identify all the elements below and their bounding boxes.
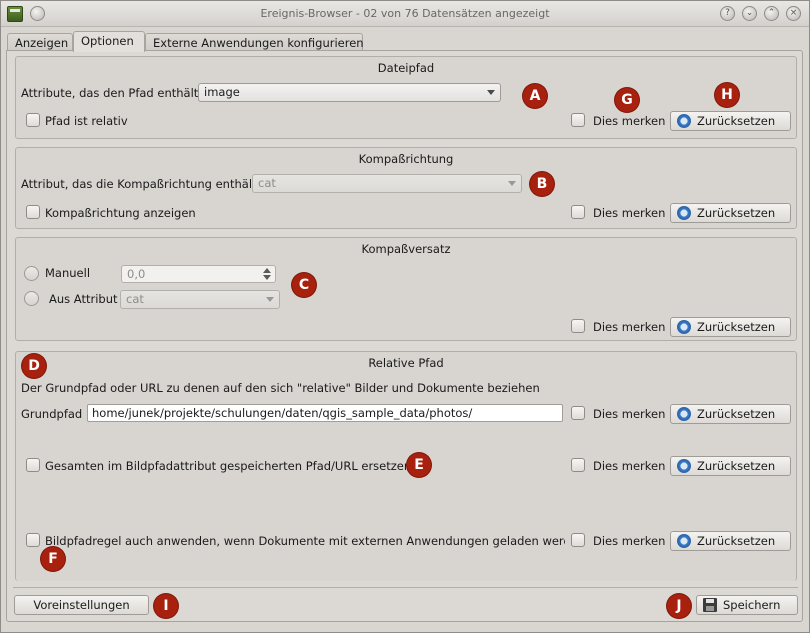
reset-base-button[interactable]: Zurücksetzen	[670, 404, 791, 424]
refresh-icon	[677, 533, 691, 548]
save-button[interactable]: Speichern	[696, 595, 798, 615]
remember-offset-checkbox[interactable]	[571, 319, 585, 333]
path-attribute-label: Attribute, das den Pfad enthält	[21, 86, 199, 100]
kompassrichtung-title: Kompaßrichtung	[358, 152, 454, 166]
marker-e: E	[407, 453, 431, 477]
marker-h: H	[715, 83, 739, 107]
marker-g: G	[615, 88, 639, 112]
refresh-icon	[677, 113, 691, 128]
spin-up-icon[interactable]	[263, 268, 271, 273]
remember-path-checkbox[interactable]	[571, 113, 585, 127]
kompassversatz-group: Kompaßversatz Manuell 0,0 C Aus Attribut…	[15, 237, 797, 341]
marker-b: B	[530, 172, 554, 196]
show-compass-checkbox[interactable]	[26, 205, 40, 219]
refresh-icon	[677, 406, 691, 421]
show-compass-label: Kompaßrichtung anzeigen	[45, 206, 196, 220]
dateipfad-title: Dateipfad	[377, 61, 435, 75]
apply-rule-label: Bildpfadregel auch anwenden, wenn Dokume…	[45, 534, 565, 548]
attribute-offset-label: Aus Attribut	[49, 292, 118, 306]
maximize-icon[interactable]: ⌃	[764, 6, 779, 21]
remember-compass-checkbox[interactable]	[571, 205, 585, 219]
refresh-icon	[677, 458, 691, 473]
kompassversatz-title: Kompaßversatz	[361, 242, 451, 256]
save-icon	[703, 597, 717, 612]
chevron-down-icon	[508, 181, 516, 186]
base-path-input[interactable]: home/junek/projekte/schulungen/daten/qgi…	[87, 404, 563, 422]
tab-externe-anwendungen[interactable]: Externe Anwendungen konfigurieren	[145, 33, 364, 51]
spin-down-icon[interactable]	[263, 275, 271, 280]
apply-rule-checkbox[interactable]	[26, 533, 40, 547]
remember-path-label: Dies merken	[593, 114, 666, 128]
relativepfad-title: Relative Pfad	[368, 356, 444, 370]
compass-attribute-select[interactable]: cat	[252, 174, 522, 193]
path-relative-label: Pfad ist relativ	[45, 114, 128, 128]
marker-i: I	[154, 594, 178, 618]
chevron-down-icon	[487, 90, 495, 95]
manual-offset-label: Manuell	[45, 266, 91, 280]
marker-d: D	[22, 354, 46, 378]
manual-offset-value: 0,0	[127, 267, 146, 281]
remember-replace-checkbox[interactable]	[571, 458, 585, 472]
help-icon[interactable]: ?	[720, 6, 735, 21]
compass-attribute-value: cat	[258, 176, 276, 190]
tab-optionen[interactable]: Optionen	[73, 31, 145, 52]
reset-path-button[interactable]: Zurücksetzen	[670, 111, 791, 131]
tab-anzeigen[interactable]: Anzeigen	[7, 33, 73, 51]
manual-offset-radio[interactable]	[24, 266, 39, 281]
path-attribute-select[interactable]: image	[198, 83, 501, 102]
minimize-icon[interactable]: ⌄	[742, 6, 757, 21]
remember-compass-label: Dies merken	[593, 206, 666, 220]
footer-separator	[13, 587, 798, 588]
remember-apply-label: Dies merken	[593, 534, 666, 548]
defaults-button[interactable]: Voreinstellungen	[14, 595, 149, 615]
window-title: Ereignis-Browser - 02 von 76 Datensätzen…	[260, 7, 550, 20]
replace-path-label: Gesamten im Bildpfadattribut gespeichert…	[45, 459, 412, 473]
attribute-offset-radio[interactable]	[24, 291, 39, 306]
title-bar[interactable]: Ereignis-Browser - 02 von 76 Datensätzen…	[1, 1, 809, 27]
path-relative-checkbox[interactable]	[26, 113, 40, 127]
chevron-down-icon	[266, 297, 274, 302]
event-browser-window: Ereignis-Browser - 02 von 76 Datensätzen…	[0, 0, 810, 633]
kompassrichtung-group: Kompaßrichtung Attribut, das die Kompaßr…	[15, 147, 797, 229]
remember-base-label: Dies merken	[593, 407, 666, 421]
options-panel: Dateipfad Attribute, das den Pfad enthäl…	[6, 50, 803, 622]
reset-compass-button[interactable]: Zurücksetzen	[670, 203, 791, 223]
reset-apply-button[interactable]: Zurücksetzen	[670, 531, 791, 551]
attribute-offset-select[interactable]: cat	[120, 290, 280, 309]
base-path-label: Grundpfad	[21, 407, 83, 421]
marker-a: A	[523, 84, 547, 108]
close-icon[interactable]: ×	[786, 6, 801, 21]
reset-replace-button[interactable]: Zurücksetzen	[670, 456, 791, 476]
relativepfad-group: Relative Pfad D Der Grundpfad oder URL z…	[15, 351, 797, 581]
manual-offset-spinbox[interactable]: 0,0	[121, 265, 276, 283]
path-attribute-value: image	[204, 85, 240, 99]
remember-apply-checkbox[interactable]	[571, 533, 585, 547]
compass-attribute-label: Attribut, das die Kompaßrichtung enthält	[21, 177, 257, 191]
remember-replace-label: Dies merken	[593, 459, 666, 473]
dateipfad-group: Dateipfad Attribute, das den Pfad enthäl…	[15, 56, 797, 139]
marker-j: J	[667, 594, 691, 618]
remember-offset-label: Dies merken	[593, 320, 666, 334]
remember-base-checkbox[interactable]	[571, 406, 585, 420]
marker-f: F	[41, 547, 65, 571]
relative-path-description: Der Grundpfad oder URL zu denen auf den …	[21, 381, 540, 395]
marker-c: C	[292, 273, 316, 297]
refresh-icon	[677, 319, 691, 334]
refresh-icon	[677, 205, 691, 220]
replace-path-checkbox[interactable]	[26, 458, 40, 472]
reset-offset-button[interactable]: Zurücksetzen	[670, 317, 791, 337]
attribute-offset-value: cat	[126, 292, 144, 306]
